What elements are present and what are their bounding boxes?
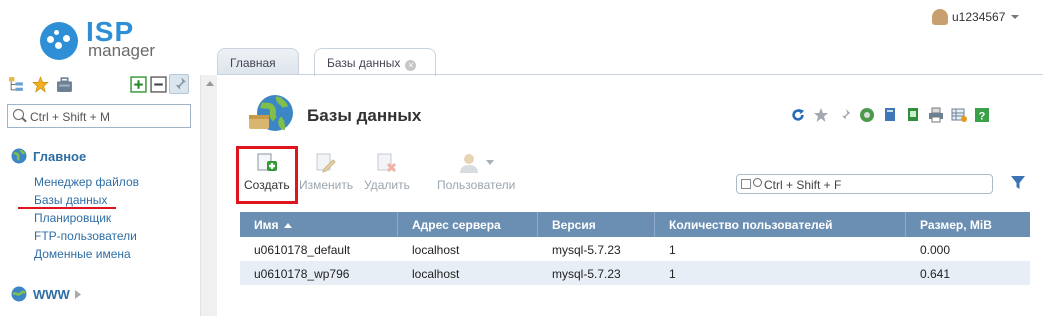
globe-settings-icon[interactable] <box>859 107 875 123</box>
search-icon <box>13 109 24 120</box>
sidebar: ISP manager Ctrl + Shift + M Главное Мен… <box>0 0 200 316</box>
edit-icon <box>316 153 336 173</box>
cell-users: 1 <box>669 243 676 257</box>
delete-button[interactable]: Удалить <box>364 152 410 192</box>
copy-icon[interactable] <box>882 107 898 123</box>
username: u1234567 <box>952 10 1006 24</box>
chevron-right-icon <box>74 289 81 299</box>
table-search-placeholder: Ctrl + Shift + F <box>764 178 842 192</box>
scroll-up-icon[interactable] <box>206 81 214 86</box>
edit-button[interactable]: Изменить <box>299 152 353 192</box>
cell-size: 0.641 <box>920 267 951 281</box>
close-tab-icon[interactable]: × <box>405 60 417 71</box>
active-item-underline <box>18 207 116 209</box>
ispmanager-logo[interactable]: ISP manager <box>40 14 170 60</box>
create-label: Создать <box>244 178 290 192</box>
tab-home[interactable]: Главная <box>217 48 299 75</box>
nav-group-main[interactable]: Главное <box>11 147 86 165</box>
column-header-users-count[interactable]: Количество пользователей <box>655 212 906 237</box>
cell-name: u0610178_wp796 <box>254 267 350 281</box>
briefcase-icon[interactable] <box>56 76 73 93</box>
tab-databases[interactable]: Базы данных × <box>314 48 436 76</box>
table-row[interactable]: u0610178_wp796 localhost mysql-5.7.23 1 … <box>240 261 1030 285</box>
user-avatar-icon <box>932 9 948 25</box>
users-label: Пользователи <box>437 178 516 192</box>
page-title: Базы данных <box>307 106 422 125</box>
star-icon[interactable] <box>813 107 829 123</box>
sidebar-scrollbar[interactable] <box>200 75 217 316</box>
help-icon[interactable]: ? <box>974 107 990 123</box>
tab-label: Базы данных <box>327 56 401 70</box>
column-header-name[interactable]: Имя <box>240 212 398 237</box>
users-button[interactable]: Пользователи <box>437 152 515 192</box>
column-header-server[interactable]: Адрес сервера <box>398 212 538 237</box>
table-search-input[interactable]: Ctrl + Shift + F <box>736 174 993 194</box>
chevron-down-icon <box>1011 15 1020 19</box>
sort-asc-icon <box>283 223 292 228</box>
user-menu[interactable]: u1234567 <box>932 9 1020 25</box>
search-scope-icon <box>741 179 751 189</box>
pin-icon[interactable] <box>169 74 189 94</box>
star-icon[interactable] <box>32 76 49 93</box>
sidebar-toolbar <box>8 74 192 96</box>
logo-mark <box>40 22 78 60</box>
expand-all-icon[interactable] <box>130 76 147 93</box>
svg-text:?: ? <box>979 111 986 123</box>
cell-users: 1 <box>669 267 676 281</box>
nav-group-label: Главное <box>33 148 87 164</box>
sidebar-search-input[interactable]: Ctrl + Shift + M <box>7 104 191 128</box>
add-database-icon <box>257 153 277 171</box>
cell-server: localhost <box>412 267 460 281</box>
nav-group-label: WWW <box>33 286 70 302</box>
filter-icon[interactable] <box>1011 176 1025 190</box>
table-row[interactable]: u0610178_default localhost mysql-5.7.23 … <box>240 237 1030 261</box>
cell-version: mysql-5.7.23 <box>552 267 621 281</box>
column-header-size[interactable]: Размер, MiB <box>906 212 1030 237</box>
tab-label: Главная <box>230 56 276 70</box>
column-header-version[interactable]: Версия <box>538 212 655 237</box>
sidebar-item-scheduler[interactable]: Планировщик <box>34 211 111 225</box>
cell-size: 0.000 <box>920 243 951 257</box>
logo-manager-text: manager <box>88 41 156 60</box>
sidebar-item-file-manager[interactable]: Менеджер файлов <box>34 175 139 189</box>
sidebar-item-databases[interactable]: Базы данных <box>34 193 107 207</box>
nav-group-www[interactable]: WWW <box>11 285 82 303</box>
table-header: Имя Адрес сервера Версия Количество поль… <box>240 212 1030 237</box>
column-label: Имя <box>254 218 279 232</box>
globe-icon <box>11 148 27 164</box>
tab-divider <box>217 74 1043 75</box>
pin-icon[interactable] <box>836 107 852 123</box>
sidebar-item-ftp-users[interactable]: FTP-пользователи <box>34 229 137 243</box>
delete-label: Удалить <box>364 178 410 192</box>
www-globe-icon <box>11 286 27 302</box>
delete-icon <box>377 153 396 173</box>
sidebar-search-placeholder: Ctrl + Shift + M <box>30 110 111 124</box>
search-icon <box>753 178 762 187</box>
print-icon[interactable] <box>928 107 944 123</box>
tree-icon[interactable] <box>8 76 25 93</box>
settings-table-icon[interactable] <box>951 107 967 123</box>
edit-label: Изменить <box>299 178 354 192</box>
collapse-all-icon[interactable] <box>150 76 167 93</box>
cell-server: localhost <box>412 243 460 257</box>
create-button[interactable]: Создать <box>244 152 290 192</box>
refresh-icon[interactable] <box>790 107 806 123</box>
sidebar-item-domains[interactable]: Доменные имена <box>34 247 131 261</box>
header-action-icons: ? <box>790 106 997 124</box>
databases-page-icon <box>249 95 293 131</box>
chevron-down-icon[interactable] <box>486 159 495 165</box>
cell-version: mysql-5.7.23 <box>552 243 621 257</box>
export-icon[interactable] <box>905 107 921 123</box>
databases-table: Имя Адрес сервера Версия Количество поль… <box>240 212 1030 285</box>
users-icon <box>460 154 479 173</box>
cell-name: u0610178_default <box>254 243 351 257</box>
